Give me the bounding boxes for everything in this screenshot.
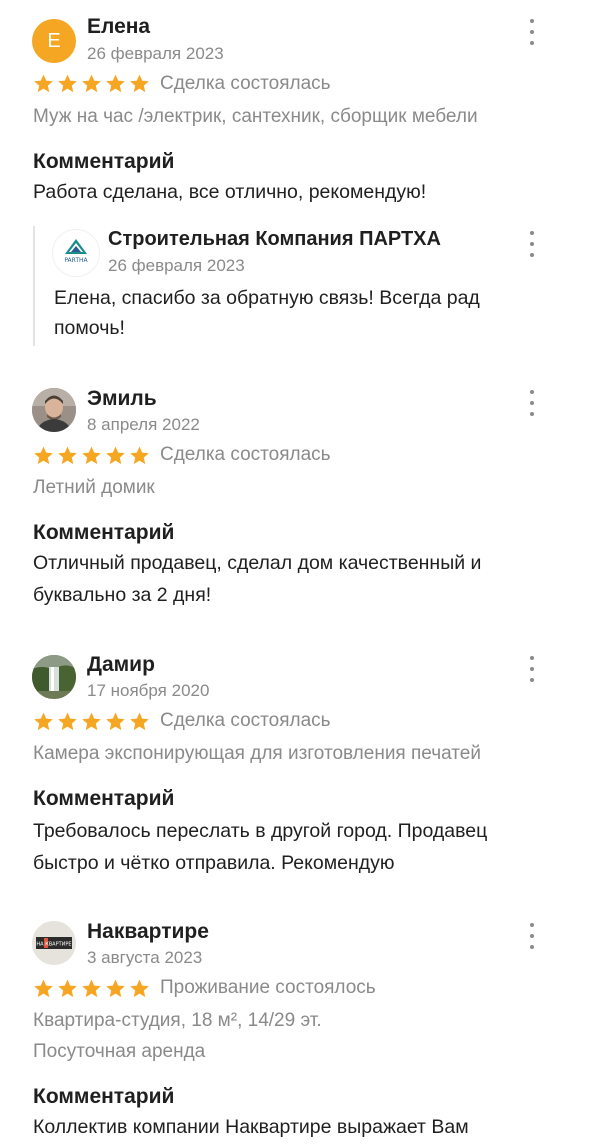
comment-heading: Комментарий (33, 1085, 175, 1108)
author-name[interactable]: Наквартире (87, 920, 209, 944)
item-title[interactable]: Квартира-студия, 18 м², 14/29 эт. (33, 1010, 322, 1032)
more-options-icon[interactable] (524, 923, 540, 949)
star-icon (130, 979, 149, 998)
svg-text:НА КВАРТИРЕ: НА КВАРТИРЕ (36, 942, 71, 948)
star-icon (106, 979, 125, 998)
avatar[interactable]: НА КВАРТИРЕ (32, 921, 76, 965)
nakvartire-logo-icon: НА КВАРТИРЕ (32, 921, 76, 965)
item-category: Посуточная аренда (33, 1041, 206, 1062)
star-icon (34, 979, 53, 998)
rating-stars (33, 978, 150, 999)
review-card: НА КВАРТИРЕ Наквартире 3 августа 2023 Пр… (0, 0, 590, 1144)
star-icon (58, 979, 77, 998)
deal-status: Проживание состоялось (160, 977, 376, 998)
review-date: 3 августа 2023 (87, 948, 203, 967)
comment-text: Коллектив компании Наквартире выражает В… (33, 1116, 469, 1138)
star-icon (82, 979, 101, 998)
